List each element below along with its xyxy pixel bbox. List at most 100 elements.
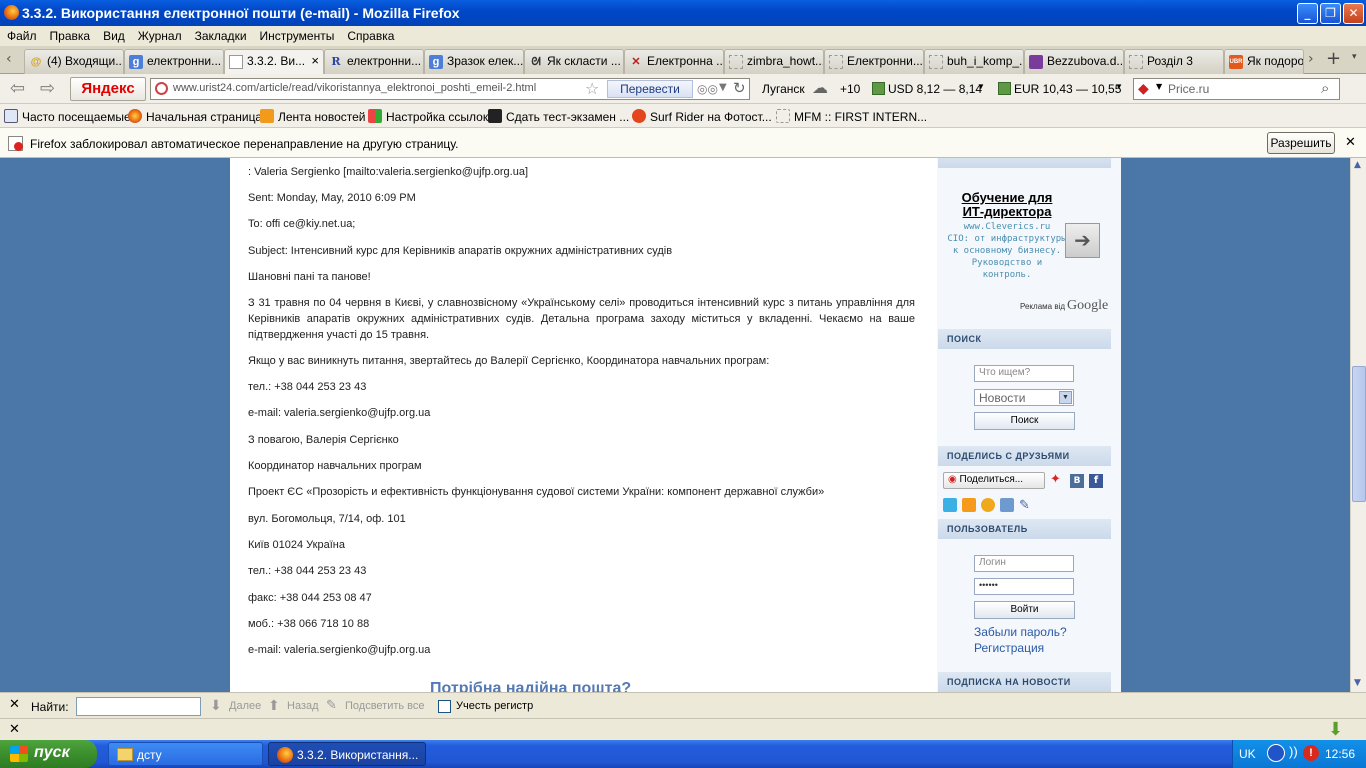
download-arrow-icon[interactable]: ⬇	[1328, 719, 1343, 740]
bookmark-test-exam[interactable]: Сдать тест-экзамен ...	[488, 109, 629, 124]
chevron-down-icon[interactable]: ▼	[1059, 391, 1072, 404]
email-to: To: offi ce@kiy.net.ua;	[248, 218, 356, 230]
bookmark-link-settings[interactable]: Настройка ссылок	[368, 109, 488, 124]
bookmark-surf-rider[interactable]: Surf Rider на Фотост...	[632, 109, 772, 124]
highlight-all-button[interactable]: Подсветить все	[345, 700, 425, 712]
tab-google-1[interactable]: g електронни...	[124, 49, 224, 74]
facebook-icon[interactable]: f	[1089, 474, 1103, 488]
match-case-checkbox[interactable]	[438, 700, 451, 713]
menu-view[interactable]: Вид	[103, 26, 125, 46]
eur-dropdown-icon[interactable]: ▼	[1115, 82, 1123, 91]
tab-zimbra[interactable]: zimbra_howt...	[724, 49, 824, 74]
close-notification-icon[interactable]: ✕	[1345, 135, 1356, 150]
page-scrollbar[interactable]: ▲ ▼	[1350, 158, 1366, 692]
signature-phone: тел.: +38 044 253 23 43	[248, 565, 367, 577]
tab-how-to[interactable]: ᘛ Як скласти ...	[524, 49, 624, 74]
site-identity-icon[interactable]	[155, 82, 168, 95]
taskbar-firefox[interactable]: 3.3.2. Використання...	[268, 742, 426, 766]
sidebar-search-select[interactable]: Новости ▼	[974, 389, 1074, 406]
bookmark-start-page[interactable]: Начальная страница	[128, 109, 262, 124]
bookmark-most-visited[interactable]: Часто посещаемые	[4, 109, 131, 124]
tab-r-search[interactable]: Rелектронни...	[324, 49, 424, 74]
find-input[interactable]	[76, 697, 201, 716]
tab-scroll-right-icon[interactable]: ›	[1308, 51, 1314, 67]
sidebar-search-input[interactable]: Что ищем?	[974, 365, 1074, 382]
menu-help[interactable]: Справка	[347, 26, 394, 46]
search-icon[interactable]: ⌕	[1321, 79, 1329, 97]
tab-buh[interactable]: buh_i_komp_...	[924, 49, 1024, 74]
runner-icon[interactable]: ✦	[1050, 472, 1061, 487]
close-addon-bar-icon[interactable]: ✕	[9, 722, 20, 737]
search-box[interactable]: ◆ ▼ Price.ru ⌕	[1133, 78, 1340, 100]
tab-section3[interactable]: Розділ 3	[1124, 49, 1224, 74]
tab-scroll-left-icon[interactable]: ‹	[6, 51, 12, 67]
tab-active-article[interactable]: 3.3.2. Ви... ×	[224, 49, 324, 75]
maximize-button[interactable]: ❐	[1320, 3, 1341, 24]
register-link[interactable]: Регистрация	[974, 641, 1044, 655]
forward-icon[interactable]: ⇨	[40, 78, 55, 99]
eur-rate[interactable]: EUR 10,43 — 10,55	[1014, 82, 1121, 96]
search-engine-dropdown-icon[interactable]: ▼	[1156, 82, 1162, 91]
reader-glasses-icon[interactable]: ◎◎	[697, 82, 718, 96]
mail-ru-icon[interactable]	[981, 498, 995, 512]
url-bar[interactable]: www.urist24.com/article/read/vikoristann…	[150, 78, 750, 100]
network-icon[interactable]	[1267, 744, 1285, 762]
password-input[interactable]: ••••••	[974, 578, 1074, 595]
bookmark-news-feed[interactable]: Лента новостей	[260, 109, 366, 124]
menu-bookmarks[interactable]: Закладки	[195, 26, 247, 46]
sidebar-search-button[interactable]: Поиск	[974, 412, 1075, 430]
list-tabs-icon[interactable]: ▾	[1352, 52, 1357, 62]
yandex-button[interactable]: Яндекс	[70, 77, 146, 101]
weather-city[interactable]: Луганск	[762, 82, 805, 96]
scroll-down-icon[interactable]: ▼	[1354, 678, 1361, 688]
close-findbar-icon[interactable]: ✕	[9, 697, 20, 712]
twitter-icon[interactable]	[943, 498, 957, 512]
login-button[interactable]: Войти	[974, 601, 1075, 619]
menu-file[interactable]: Файл	[7, 26, 37, 46]
forgot-password-link[interactable]: Забыли пароль?	[974, 625, 1067, 639]
tab-email-2[interactable]: Електронни...	[824, 49, 924, 74]
translate-button[interactable]: Перевести	[607, 80, 693, 98]
scroll-thumb[interactable]	[1352, 366, 1366, 502]
ad-title[interactable]: Обучение для ИТ-директора	[957, 191, 1057, 219]
tab-bezzubova[interactable]: Bezzubova.d...	[1024, 49, 1124, 74]
wifi-icon[interactable]: ))	[1289, 744, 1298, 759]
reload-icon[interactable]: ↻	[733, 79, 746, 97]
promo-heading[interactable]: Потрібна надійна пошта?	[430, 680, 631, 692]
find-next-button[interactable]: Далее	[229, 700, 261, 712]
menu-edit[interactable]: Правка	[50, 26, 91, 46]
share-button[interactable]: ◉ Поделиться...	[943, 472, 1045, 489]
menu-history[interactable]: Журнал	[138, 26, 182, 46]
tab-google-2[interactable]: g Зразок елек...	[424, 49, 524, 74]
scroll-up-icon[interactable]: ▲	[1354, 160, 1361, 170]
bookmark-star-icon[interactable]: ☆	[585, 79, 599, 98]
ad-arrow-icon[interactable]: ➔	[1065, 223, 1100, 258]
ad-site[interactable]: www.Cleverics.ru	[947, 221, 1067, 233]
link-icon[interactable]: ✎	[1019, 498, 1030, 513]
livejournal-icon[interactable]	[1000, 498, 1014, 512]
alert-icon[interactable]: !	[1303, 745, 1319, 761]
close-button[interactable]: ✕	[1343, 3, 1364, 24]
menu-tools[interactable]: Инструменты	[260, 26, 335, 46]
back-icon[interactable]: ⇦	[10, 78, 25, 99]
new-tab-icon[interactable]: +	[1326, 48, 1341, 69]
window-titlebar[interactable]: 3.3.2. Використання електронної пошти (e…	[0, 0, 1366, 26]
minimize-button[interactable]: _	[1297, 3, 1318, 24]
vkontakte-icon[interactable]: B	[1070, 474, 1084, 488]
tab-close-icon[interactable]: ×	[311, 53, 319, 68]
history-dropdown-icon[interactable]: ▼	[719, 82, 727, 93]
tab-travel[interactable]: UBR Як подоро	[1224, 49, 1304, 74]
login-input[interactable]: Логин	[974, 555, 1074, 572]
temperature[interactable]: +10	[840, 82, 860, 96]
taskbar-folder[interactable]: дсту	[108, 742, 263, 766]
bookmark-mfm[interactable]: MFM :: FIRST INTERN...	[776, 109, 927, 124]
usd-rate[interactable]: USD 8,12 — 8,14	[888, 82, 982, 96]
tab-inbox[interactable]: @ (4) Входящи...	[24, 49, 124, 74]
find-prev-button[interactable]: Назад	[287, 700, 319, 712]
usd-dropdown-icon[interactable]: ▼	[977, 82, 985, 91]
language-indicator[interactable]: UK	[1239, 747, 1256, 761]
start-button[interactable]: пуск	[0, 740, 97, 768]
allow-button[interactable]: Разрешить	[1267, 132, 1335, 154]
tab-email-x[interactable]: ✕ Електронна ...	[624, 49, 724, 74]
odnoklassniki-icon[interactable]	[962, 498, 976, 512]
